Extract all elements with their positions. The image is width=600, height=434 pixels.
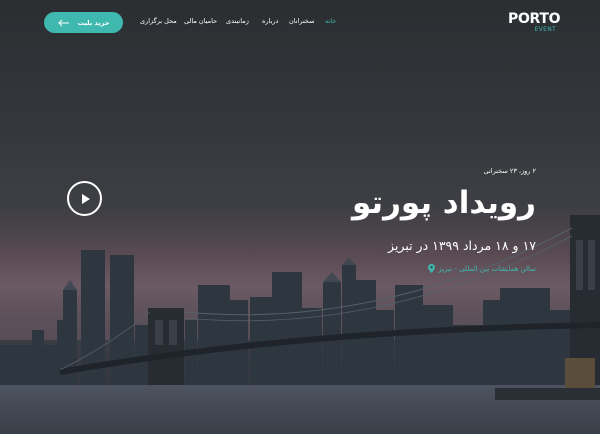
venue-label: سالن همایشات بین المللی - تبریز	[438, 264, 536, 273]
logo-subtitle: EVENT	[534, 26, 556, 33]
play-video-button[interactable]	[67, 181, 102, 216]
nav-item-about[interactable]: درباره	[262, 17, 278, 25]
hero-section: PORTO EVENT خانه سخنرانان درباره زمانبند…	[0, 0, 600, 434]
nav-item-speakers[interactable]: سخنرانان	[289, 17, 315, 25]
site-header: PORTO EVENT خانه سخنرانان درباره زمانبند…	[0, 0, 600, 46]
nav-item-venue[interactable]: محل برگزاری	[140, 17, 177, 25]
nav-item-home[interactable]: خانه	[325, 17, 336, 25]
event-venue[interactable]: سالن همایشات بین المللی - تبریز	[428, 264, 536, 273]
event-date: ۱۷ و ۱۸ مرداد ۱۳۹۹ در تبریز	[388, 238, 536, 253]
nav-item-schedule[interactable]: زمانبندی	[226, 17, 249, 25]
play-icon	[82, 193, 90, 204]
brand-logo[interactable]: PORTO EVENT	[508, 11, 561, 36]
map-pin-icon	[428, 264, 436, 273]
event-meta: ۲ روز، ۲۳ سخنرانی	[483, 167, 536, 175]
buy-ticket-label: خرید بلیت	[77, 18, 110, 27]
event-title: رویداد پورتو	[352, 185, 536, 221]
arrow-left-icon	[57, 19, 69, 26]
logo-wordmark: PORTO	[508, 11, 561, 27]
buy-ticket-button[interactable]: خرید بلیت	[44, 12, 123, 33]
nav-item-sponsors[interactable]: حامیان مالی	[184, 17, 217, 25]
